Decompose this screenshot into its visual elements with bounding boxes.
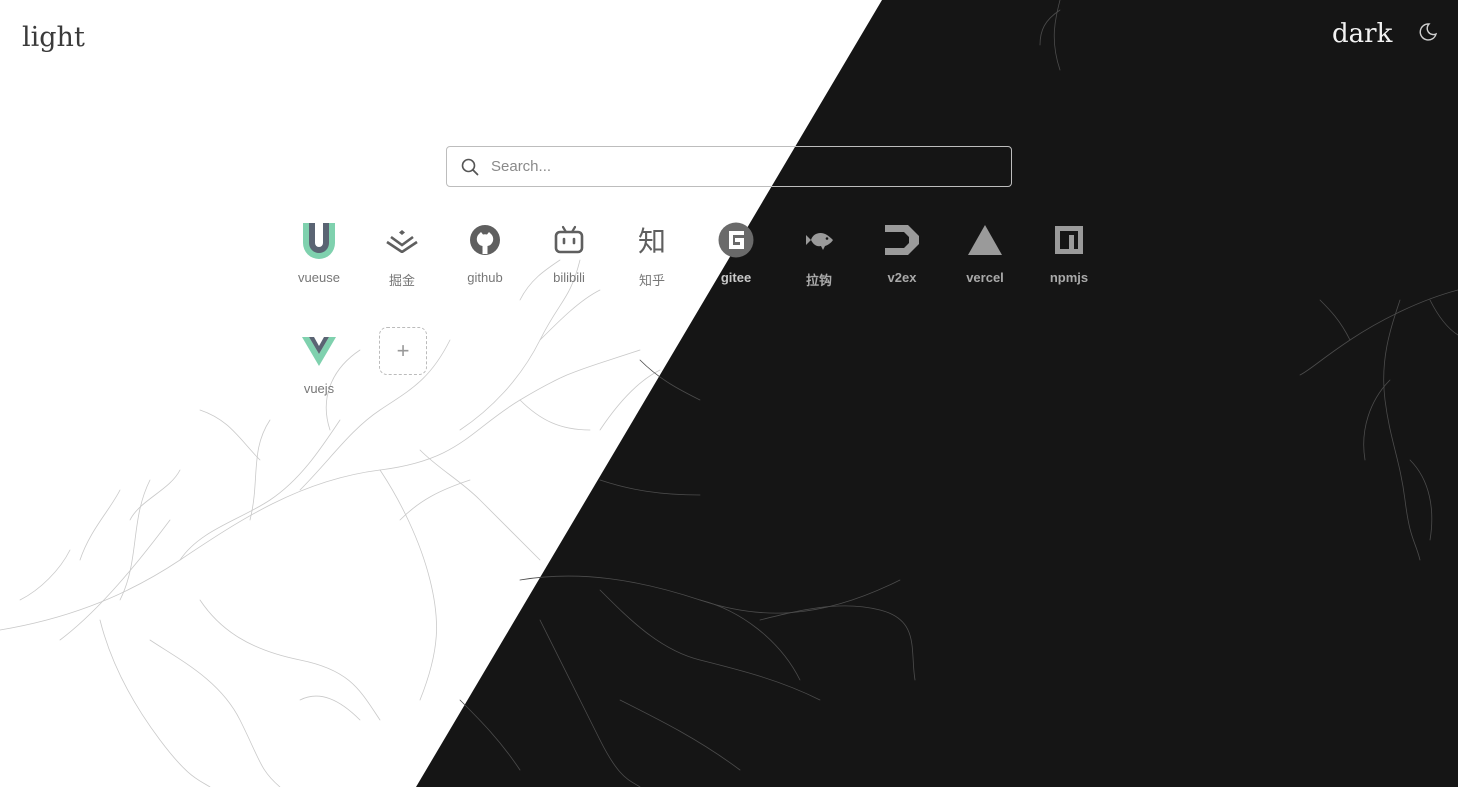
vueuse-icon [299, 220, 339, 260]
shortcut-v2ex[interactable]: v2ex [869, 220, 935, 300]
shortcut-label: vuejs [303, 381, 335, 396]
npm-icon [1049, 220, 1089, 260]
shortcut-label: npmjs [1049, 270, 1089, 285]
zhihu-icon: 知 [637, 225, 666, 258]
shortcut-gitee[interactable]: gitee [703, 220, 769, 300]
moon-icon [1419, 23, 1438, 41]
shortcut-label: bilibili [553, 270, 585, 285]
vue-icon [299, 331, 339, 371]
shortcut-label: 知乎 [638, 273, 665, 288]
shortcut-label: github [467, 270, 503, 285]
shortcut-label: v2ex [887, 270, 917, 285]
juejin-icon [382, 220, 422, 260]
shortcut-vueuse[interactable]: vueuse [286, 220, 352, 300]
vercel-icon [965, 220, 1005, 260]
shortcut-juejin[interactable]: 掘金 [369, 220, 435, 300]
shortcut-vercel[interactable]: vercel [952, 220, 1018, 300]
theme-toggle-button[interactable] [1418, 22, 1438, 42]
shortcut-label: vueuse [298, 270, 340, 285]
shortcut-label: vercel [966, 270, 1004, 285]
shortcut-vuejs[interactable]: vuejs [286, 331, 352, 411]
light-label: light [22, 22, 85, 53]
search-icon [461, 158, 479, 176]
v2ex-icon [882, 220, 922, 260]
dark-label: dark [1332, 19, 1393, 49]
shortcut-zhihu[interactable]: 知 知乎 [619, 220, 685, 300]
plus-icon: + [396, 338, 410, 363]
shortcut-label: 拉钩 [805, 273, 832, 288]
search-input[interactable] [491, 147, 991, 186]
shortcut-label: gitee [720, 270, 752, 285]
bilibili-icon [549, 220, 589, 260]
search-box[interactable] [446, 146, 1012, 187]
shortcut-bilibili[interactable]: bilibili [536, 220, 602, 300]
add-shortcut-button[interactable]: + [379, 327, 427, 375]
branch-pattern-dark [459, 0, 1458, 787]
lagou-icon [799, 220, 839, 260]
shortcut-lagou[interactable]: 拉钩 [786, 220, 852, 300]
github-icon [465, 220, 505, 260]
shortcut-label: 掘金 [388, 273, 415, 288]
shortcut-github[interactable]: github [452, 220, 518, 300]
gitee-icon [716, 220, 756, 260]
shortcut-npmjs[interactable]: npmjs [1036, 220, 1102, 300]
